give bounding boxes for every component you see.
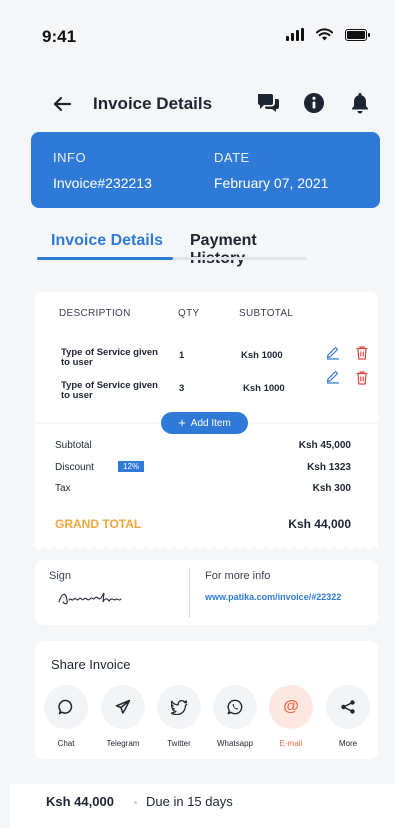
- info-icon[interactable]: [301, 90, 327, 116]
- separator-dot: [134, 801, 137, 804]
- tab-bar: Invoice Details Payment History: [37, 232, 307, 267]
- share-twitter-label: Twitter: [167, 739, 191, 748]
- invoice-link[interactable]: www.patika.com/invoice/#22322: [205, 592, 341, 602]
- share-more-button[interactable]: More: [320, 685, 376, 748]
- share-title: Share Invoice: [51, 657, 131, 672]
- tax-label: Tax: [55, 483, 71, 494]
- invoice-date: February 07, 2021: [214, 175, 329, 191]
- delete-icon[interactable]: [355, 345, 369, 361]
- edit-icon[interactable]: [325, 368, 341, 384]
- date-label: DATE: [214, 150, 250, 165]
- item-qty: 1: [179, 350, 185, 361]
- subtotal-value: Ksh 45,000: [298, 440, 351, 451]
- add-item-button[interactable]: + Add Item: [161, 412, 248, 434]
- messages-icon[interactable]: [255, 90, 281, 116]
- totals-card: Subtotal Ksh 45,000 Discount 12% Ksh 132…: [35, 424, 378, 550]
- plus-icon: +: [178, 415, 186, 430]
- discount-value: Ksh 1323: [307, 462, 351, 473]
- back-arrow-icon[interactable]: [52, 94, 72, 114]
- chat-icon: [58, 699, 73, 715]
- column-header-subtotal: SUBTOTAL: [239, 308, 294, 319]
- app-header: Invoice Details: [0, 84, 395, 124]
- share-telegram-button[interactable]: Telegram: [95, 685, 151, 748]
- item-description: Type of Service given to user: [61, 347, 158, 368]
- info-label: INFO: [53, 150, 87, 165]
- status-icons: [286, 28, 370, 41]
- add-item-label: Add Item: [190, 417, 231, 429]
- item-subtotal: Ksh 1000: [243, 383, 285, 394]
- item-description: Type of Service given to user: [61, 380, 158, 401]
- share-invoice-card: Share Invoice Chat Telegram Twitter What…: [35, 641, 378, 759]
- page-title: Invoice Details: [93, 94, 213, 113]
- footer-total: Ksh 44,000: [46, 794, 114, 809]
- date-column: DATE February 07, 2021: [214, 150, 328, 191]
- telegram-icon: [115, 699, 131, 714]
- bottom-summary-bar: Ksh 44,000 Due in 15 days: [10, 784, 395, 828]
- share-twitter-button[interactable]: Twitter: [151, 685, 207, 748]
- share-telegram-label: Telegram: [106, 739, 140, 748]
- tab-payment-history[interactable]: Payment History: [190, 232, 307, 268]
- items-card: DESCRIPTION QTY SUBTOTAL Type of Service…: [35, 292, 378, 422]
- email-icon: @: [283, 698, 299, 715]
- share-email-label: E-mail: [279, 739, 303, 748]
- status-time: 9:41: [42, 27, 77, 46]
- invoice-number: Invoice#232213: [53, 175, 152, 191]
- edit-icon[interactable]: [325, 344, 341, 360]
- status-bar: 9:41: [0, 0, 395, 70]
- share-chat-button[interactable]: Chat: [38, 685, 94, 748]
- sign-card: Sign For more info www.patika.com/invoic…: [35, 560, 378, 625]
- table-row: Type of Service given to user 3 Ksh 1000: [59, 370, 379, 409]
- tab-active-indicator: [37, 257, 173, 260]
- grand-total-value: Ksh 44,000: [288, 517, 351, 531]
- tab-invoice-details[interactable]: Invoice Details: [51, 232, 163, 250]
- share-email-button[interactable]: @ E-mail: [263, 685, 319, 748]
- item-qty: 3: [179, 383, 185, 394]
- sign-divider: [189, 568, 190, 618]
- share-chat-label: Chat: [57, 739, 75, 748]
- wifi-icon: [316, 28, 333, 41]
- column-header-description: DESCRIPTION: [59, 308, 131, 319]
- share-icon: [341, 700, 355, 714]
- cellular-signal-icon: [286, 28, 304, 41]
- header-actions: [255, 90, 373, 116]
- discount-badge: 12%: [118, 461, 145, 472]
- ticket-edge: [35, 544, 378, 550]
- tax-value: Ksh 300: [312, 483, 351, 494]
- due-text: Due in 15 days: [146, 794, 233, 809]
- battery-icon: [345, 28, 370, 41]
- info-column: INFO Invoice#232213: [53, 150, 152, 191]
- share-whatsapp-button[interactable]: Whatsapp: [207, 685, 263, 748]
- delete-icon[interactable]: [355, 370, 369, 386]
- sign-label: Sign: [49, 570, 72, 582]
- notification-bell-icon[interactable]: [347, 90, 373, 116]
- column-header-qty: QTY: [178, 308, 200, 319]
- twitter-icon: [170, 699, 188, 715]
- item-subtotal: Ksh 1000: [241, 350, 283, 361]
- invoice-info-card: INFO Invoice#232213 DATE February 07, 20…: [31, 132, 380, 208]
- discount-label: Discount: [55, 462, 94, 473]
- subtotal-label: Subtotal: [55, 440, 92, 451]
- share-whatsapp-label: Whatsapp: [216, 739, 254, 748]
- signature-image: [58, 592, 122, 605]
- more-info-label: For more info: [205, 570, 271, 582]
- share-more-label: More: [338, 739, 358, 748]
- grand-total-label: GRAND TOTAL: [55, 517, 142, 531]
- whatsapp-icon: [227, 699, 243, 715]
